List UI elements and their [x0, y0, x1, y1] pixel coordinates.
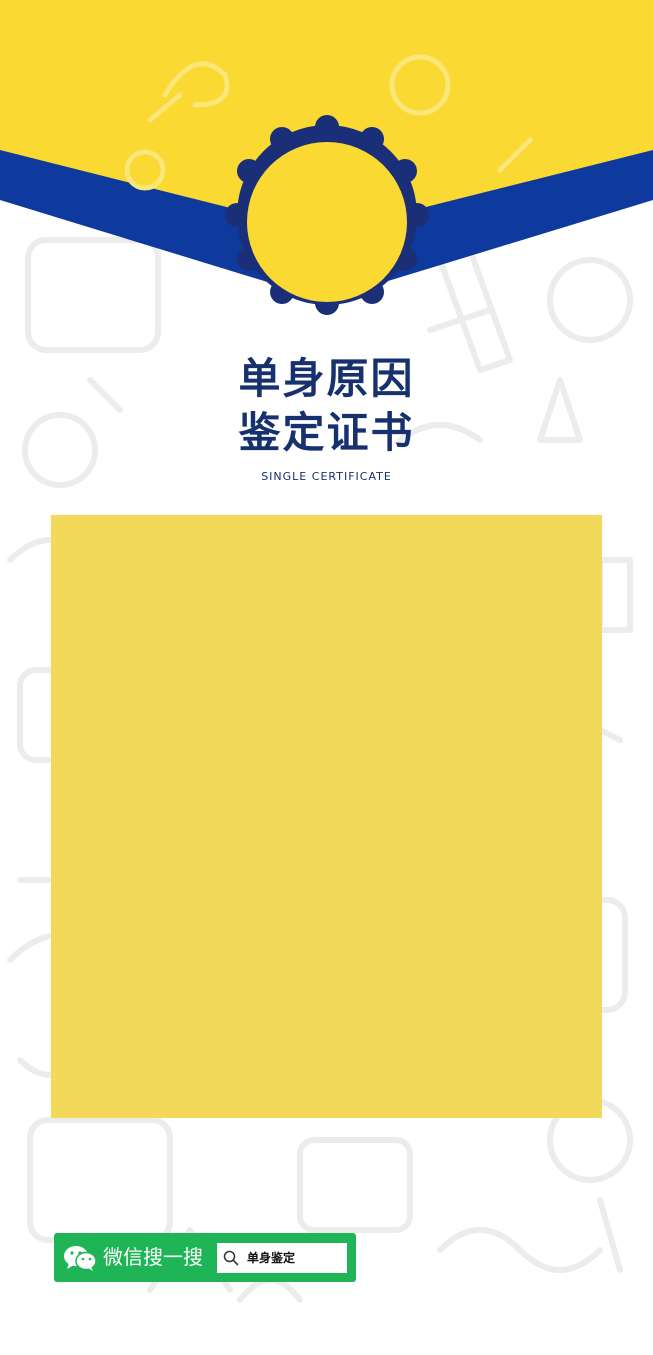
- search-input[interactable]: 单身鉴定: [217, 1243, 347, 1273]
- search-term: 单身鉴定: [247, 1251, 296, 1265]
- subtitle: SINGLE CERTIFICATE: [261, 470, 392, 483]
- search-icon: [223, 1250, 239, 1266]
- wechat-search-bar[interactable]: 微信搜一搜 单身鉴定: [54, 1233, 356, 1282]
- wechat-search-label: 微信搜一搜: [103, 1245, 203, 1269]
- title-line-2: 鉴定证书: [238, 408, 415, 457]
- content-panel: [51, 515, 602, 1118]
- certificate-title: 单身原因 鉴定证书 SINGLE CERTIFICATE: [0, 352, 653, 483]
- certificate-page: 单身原因 鉴定证书 SINGLE CERTIFICATE 微信搜一搜 单身鉴定: [0, 0, 653, 1355]
- header-banner: [0, 0, 653, 315]
- title-line-1: 单身原因: [238, 354, 415, 403]
- wechat-icon: [64, 1246, 97, 1271]
